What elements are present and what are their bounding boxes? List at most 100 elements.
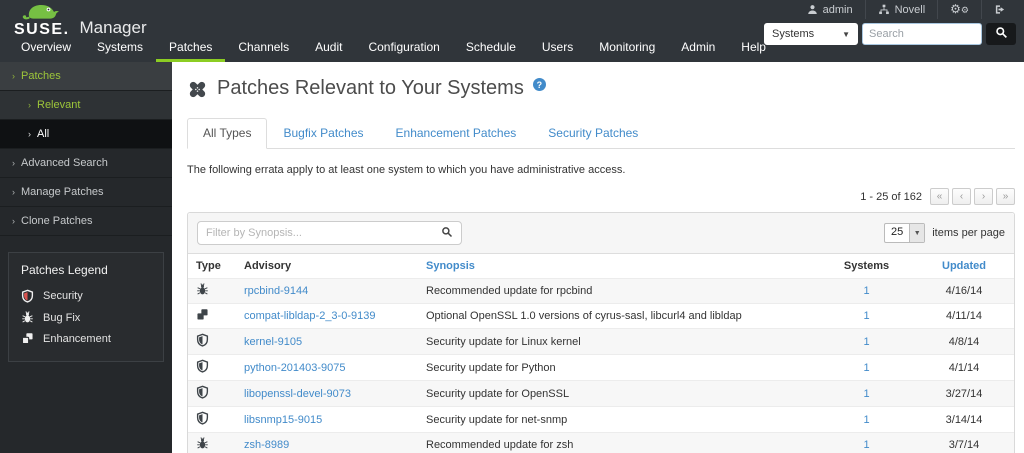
user-menu-item-novell[interactable]: Novell <box>864 0 938 19</box>
systems-cell: 1 <box>819 355 914 381</box>
header-search-button[interactable] <box>986 23 1016 45</box>
sidebar-item-manage-patches[interactable]: › Manage Patches <box>0 178 172 207</box>
nav-item-patches[interactable]: Patches <box>156 36 226 62</box>
per-page-value: 25 <box>890 226 904 238</box>
systems-cell: 1 <box>819 279 914 304</box>
systems-cell: 1 <box>819 433 914 453</box>
help-icon[interactable]: ? <box>532 78 546 91</box>
nav-item-schedule[interactable]: Schedule <box>453 36 529 62</box>
table-row: zsh-8989 Recommended update for zsh 1 3/7/1… <box>188 432 1014 453</box>
gears-icon: ⚙⚙ <box>950 2 969 16</box>
sidebar-item-relevant[interactable]: › Relevant <box>0 91 172 120</box>
user-menu-item[interactable]: ⚙⚙ <box>937 0 981 19</box>
nav-item-admin[interactable]: Admin <box>668 36 728 62</box>
page-title-row: Patches Relevant to Your Systems ? <box>187 77 1015 105</box>
suse-manager-logo[interactable]: SUSE. Manager <box>14 2 147 38</box>
systems-count-link[interactable]: 1 <box>863 362 869 374</box>
column-header-updated[interactable]: Updated <box>914 254 1014 279</box>
advisory-link[interactable]: rpcbind-9144 <box>244 285 308 297</box>
systems-count-link[interactable]: 1 <box>863 310 869 322</box>
nav-item-help[interactable]: Help <box>728 36 779 62</box>
advisory-cell: libsnmp15-9015 <box>236 407 418 433</box>
systems-count-link[interactable]: 1 <box>863 414 869 426</box>
patches-table: Type Advisory Synopsis Systems Updated rpcbi… <box>188 254 1014 453</box>
chameleon-icon <box>22 5 59 20</box>
tab-all-types[interactable]: All Types <box>187 118 268 149</box>
advisory-cell: rpcbind-9144 <box>236 279 418 304</box>
security-icon <box>196 333 209 347</box>
advisory-cell: zsh-8989 <box>236 433 418 453</box>
nav-item-systems[interactable]: Systems <box>84 36 156 62</box>
advisory-link[interactable]: libsnmp15-9015 <box>244 414 322 426</box>
filter-input[interactable] <box>206 227 441 239</box>
systems-count-link[interactable]: 1 <box>863 285 869 297</box>
nav-item-monitoring[interactable]: Monitoring <box>586 36 668 62</box>
filter-group <box>197 221 462 245</box>
patches-list-panel: 25 ▼ items per page TypeAdvisorySynopsis… <box>187 212 1015 453</box>
user-menu-label: admin <box>822 3 853 16</box>
column-header-advisory: Advisory <box>236 254 418 279</box>
advisory-link[interactable]: kernel-9105 <box>244 336 302 348</box>
pagination-range: 1 - 25 of 162 <box>860 190 922 203</box>
sidebar-item-label: All <box>37 128 50 140</box>
sidebar-item-all[interactable]: › All <box>0 120 172 149</box>
sidebar-item-label: Relevant <box>37 99 81 111</box>
updated-cell: 3/7/14 <box>948 439 980 451</box>
prev-page-button[interactable]: ‹ <box>952 188 971 205</box>
updated-cell: 4/16/14 <box>945 285 983 297</box>
user-menu: admin Novell ⚙⚙ <box>795 0 1018 19</box>
enhancement-icon <box>21 332 34 345</box>
tab-enhancement-patches[interactable]: Enhancement Patches <box>380 118 533 149</box>
nav-item-users[interactable]: Users <box>529 36 586 62</box>
sidebar-item-label: Patches <box>21 70 61 82</box>
type-cell <box>188 355 236 381</box>
bug-icon <box>196 283 209 296</box>
updated-cell: 4/11/14 <box>946 310 982 322</box>
nav-item-channels[interactable]: Channels <box>225 36 302 62</box>
suse-brand: SUSE. <box>14 2 70 38</box>
sign-out-icon <box>994 4 1006 15</box>
systems-count-link[interactable]: 1 <box>863 439 869 451</box>
advisory-link[interactable]: libopenssl-devel-9073 <box>244 388 351 400</box>
tab-security-patches[interactable]: Security Patches <box>532 118 654 149</box>
table-row: libsnmp15-9015 Security update for net-sn… <box>188 406 1014 433</box>
advisory-link[interactable]: zsh-8989 <box>244 439 289 451</box>
systems-count-link[interactable]: 1 <box>863 388 869 400</box>
nav-item-overview[interactable]: Overview <box>8 36 84 62</box>
systems-count-link[interactable]: 1 <box>863 336 869 348</box>
sidebar-nav: › Patches › Relevant › All › Advanced Search › Ma… <box>0 62 172 236</box>
advisory-link[interactable]: compat-libldap-2_3-0-9139 <box>244 310 375 322</box>
bug-icon <box>196 437 209 450</box>
last-page-button[interactable]: » <box>996 188 1015 205</box>
tab-bugfix-patches[interactable]: Bugfix Patches <box>267 118 379 149</box>
security-icon <box>21 289 34 303</box>
sidebar-item-label: Clone Patches <box>21 215 93 227</box>
column-header-type: Type <box>188 254 236 279</box>
nav-item-audit[interactable]: Audit <box>302 36 355 62</box>
header-search-input[interactable] <box>862 23 982 45</box>
sidebar-item-advanced-search[interactable]: › Advanced Search <box>0 149 172 178</box>
synopsis-cell: Security update for Python <box>426 361 556 374</box>
user-menu-item-admin[interactable]: admin <box>795 0 865 19</box>
column-header-synopsis[interactable]: Synopsis <box>418 254 819 279</box>
legend-item-enhancement: Enhancement <box>21 328 151 349</box>
sidebar-item-patches[interactable]: › Patches <box>0 62 172 91</box>
next-page-button[interactable]: › <box>974 188 993 205</box>
filter-search-button[interactable] <box>441 226 453 241</box>
synopsis-cell: Security update for OpenSSL <box>426 387 570 400</box>
per-page-select[interactable]: 25 ▼ <box>883 223 926 243</box>
user-menu-item[interactable] <box>981 0 1018 19</box>
main-nav: Overview Systems Patches Channels Audit Confi… <box>8 36 779 62</box>
advisory-link[interactable]: python-201403-9075 <box>244 362 346 374</box>
first-page-button[interactable]: « <box>930 188 949 205</box>
type-cell <box>188 407 236 433</box>
synopsis-cell: Optional OpenSSL 1.0 versions of cyrus-s… <box>426 310 742 322</box>
advisory-cell: kernel-9105 <box>236 329 418 355</box>
synopsis-cell: Recommended update for zsh <box>426 439 574 451</box>
nav-item-configuration[interactable]: Configuration <box>355 36 452 62</box>
sidebar-item-clone-patches[interactable]: › Clone Patches <box>0 207 172 236</box>
updated-cell: 3/27/14 <box>945 387 983 400</box>
organization-icon <box>878 4 890 15</box>
synopsis-cell: Security update for Linux kernel <box>426 335 581 348</box>
legend-item-label: Security <box>43 290 83 302</box>
